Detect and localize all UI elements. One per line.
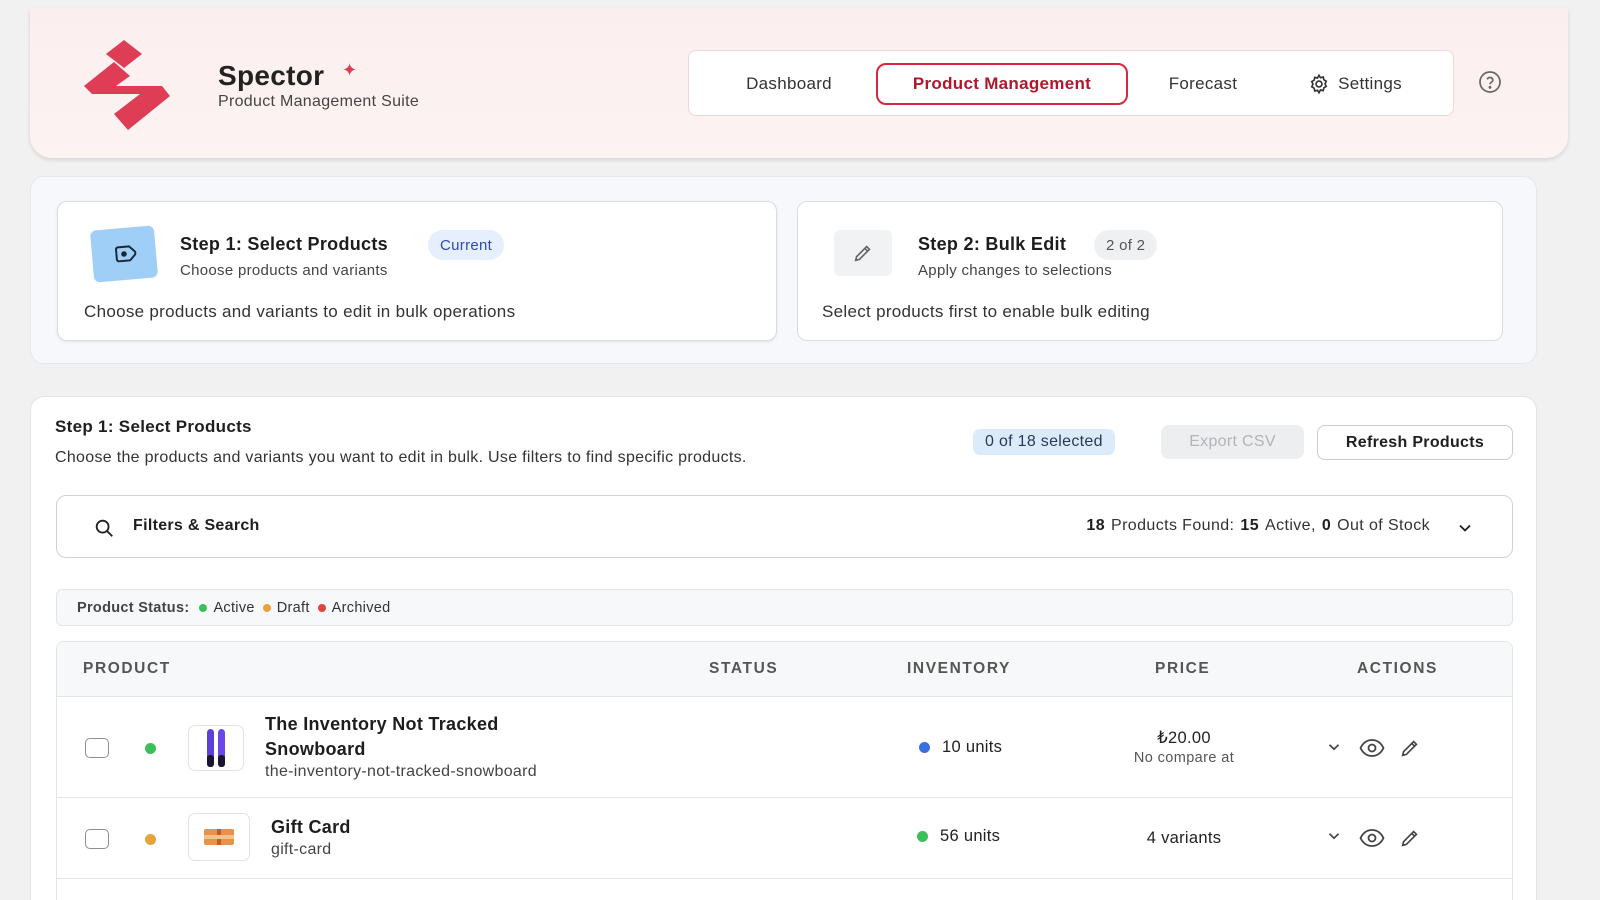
step1-card[interactable]: Step 1: Select Products Current Choose p… [57, 201, 777, 341]
app-header: Spector ✦ Product Management Suite Dashb… [30, 8, 1568, 158]
expand-chevron-icon[interactable] [1325, 738, 1343, 756]
section-title: Step 1: Select Products [55, 417, 252, 436]
product-selection-card: Step 1: Select Products Choose the produ… [30, 396, 1537, 900]
brand-name: Spector [218, 60, 325, 91]
column-inventory: INVENTORY [907, 660, 1011, 677]
price-compare: No compare at [1133, 750, 1235, 766]
inventory-dot [919, 742, 930, 753]
product-name[interactable]: Gift Card [271, 815, 351, 840]
product-handle: the-inventory-not-tracked-snowboard [265, 763, 537, 780]
active-count: 15 [1240, 517, 1260, 534]
status-dot-active [145, 743, 156, 754]
inventory-cell: 56 units [917, 827, 1000, 846]
inventory-value: 56 units [940, 827, 1001, 845]
row-checkbox[interactable] [85, 738, 109, 758]
products-found-label: Products Found: [1111, 517, 1235, 534]
product-thumbnail [188, 813, 250, 861]
inventory-dot [917, 831, 928, 842]
row-checkbox[interactable] [85, 829, 109, 849]
step2-progress-badge: 2 of 2 [1094, 230, 1158, 260]
nav-settings-label: Settings [1338, 74, 1402, 93]
inventory-value: 10 units [942, 738, 1003, 756]
table-row[interactable]: The Inventory Not Tracked Snowboard the-… [57, 698, 1512, 798]
legend-active-label: Active [213, 599, 255, 616]
steps-panel: Step 1: Select Products Current Choose p… [30, 176, 1537, 364]
draft-dot [262, 603, 271, 612]
snowboard-image [207, 729, 225, 767]
search-icon [95, 519, 113, 537]
products-count: 18 [1086, 517, 1105, 534]
step2-description: Select products first to enable bulk edi… [822, 302, 1150, 321]
status-dot-draft [145, 834, 156, 845]
section-description: Choose the products and variants you wan… [55, 449, 747, 466]
chevron-down-icon[interactable] [1455, 518, 1475, 538]
main-nav: Dashboard Product Management Forecast Se… [688, 50, 1454, 116]
step2-icon-box [834, 230, 892, 276]
view-eye-icon[interactable] [1359, 737, 1385, 759]
active-dot [199, 603, 208, 612]
filters-summary: 18 Products Found: 15 Active, 0 Out of S… [1086, 517, 1430, 535]
export-csv-button[interactable]: Export CSV [1161, 425, 1304, 459]
out-of-stock-label: Out of Stock [1337, 517, 1430, 534]
nav-dashboard[interactable]: Dashboard [719, 63, 859, 105]
edit-pencil-icon[interactable] [1399, 737, 1421, 759]
gear-icon [1310, 73, 1328, 95]
archived-dot [317, 603, 326, 612]
column-status: STATUS [709, 660, 779, 677]
column-product: PRODUCT [83, 660, 171, 677]
column-price: PRICE [1155, 660, 1211, 677]
edit-pencil-icon[interactable] [1399, 827, 1421, 849]
nav-product-management[interactable]: Product Management [876, 63, 1128, 105]
refresh-products-button[interactable]: Refresh Products [1317, 425, 1513, 460]
step1-current-badge: Current [428, 230, 505, 260]
product-handle: gift-card [271, 841, 332, 858]
expand-chevron-icon[interactable] [1325, 827, 1343, 845]
nav-forecast[interactable]: Forecast [1147, 63, 1259, 105]
column-actions: ACTIONS [1357, 660, 1438, 677]
filters-label: Filters & Search [133, 517, 260, 534]
legend-draft-label: Draft [276, 599, 310, 616]
help-icon[interactable] [1478, 70, 1502, 94]
legend-archived: Archived [317, 599, 391, 616]
table-header: PRODUCT STATUS INVENTORY PRICE ACTIONS [57, 642, 1512, 697]
step1-subtitle: Choose products and variants [180, 262, 388, 279]
price-value: ₺20.00 [1157, 729, 1211, 747]
step2-title: Step 2: Bulk Edit [918, 234, 1067, 254]
step2-subtitle: Apply changes to selections [918, 262, 1113, 279]
view-eye-icon[interactable] [1359, 827, 1385, 849]
variants-count: 4 variants [1146, 829, 1222, 847]
gift-card-image [204, 829, 234, 845]
spector-logo [84, 40, 170, 130]
products-table: PRODUCT STATUS INVENTORY PRICE ACTIONS T… [56, 641, 1513, 900]
step1-description: Choose products and variants to edit in … [84, 302, 516, 321]
selected-count-badge: 0 of 18 selected [973, 429, 1115, 455]
filters-search-toggle[interactable]: Filters & Search 18 Products Found: 15 A… [56, 495, 1513, 558]
legend-active: Active [199, 600, 254, 616]
legend-draft: Draft [262, 599, 310, 616]
status-legend: Product Status: Active Draft Archived [56, 589, 1513, 626]
out-of-stock-count: 0 [1321, 517, 1332, 534]
legend-archived-label: Archived [331, 599, 391, 616]
brand-subtitle: Product Management Suite [218, 93, 420, 110]
legend-label: Product Status: [77, 599, 190, 616]
sparkle-icon: ✦ [342, 60, 358, 80]
active-label: Active, [1265, 517, 1316, 534]
product-thumbnail [188, 725, 244, 771]
step2-card[interactable]: Step 2: Bulk Edit 2 of 2 Apply changes t… [797, 201, 1503, 341]
nav-settings[interactable]: Settings [1289, 63, 1421, 105]
tag-icon [115, 245, 137, 263]
inventory-cell: 10 units [919, 738, 1002, 757]
step1-icon-box [89, 225, 159, 283]
step1-title: Step 1: Select Products [180, 234, 388, 254]
table-row[interactable]: Gift Card gift-card 56 units 4 variants [57, 799, 1512, 879]
product-name[interactable]: The Inventory Not Tracked Snowboard [265, 712, 565, 762]
pencil-icon [854, 245, 871, 262]
